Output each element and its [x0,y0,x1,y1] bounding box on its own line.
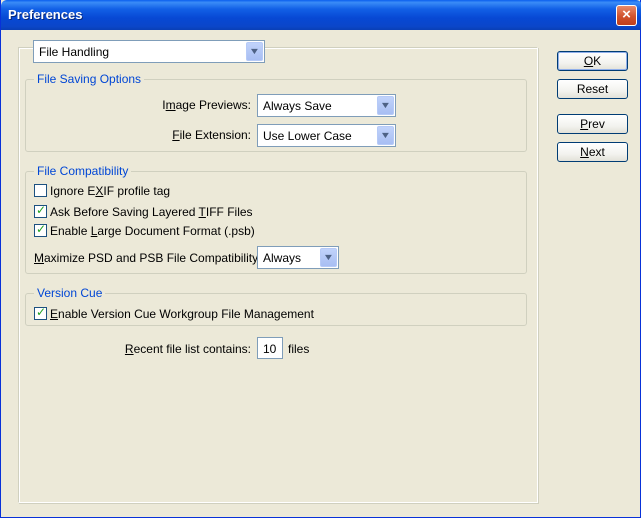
version-cue-label[interactable]: Enable Version Cue Workgroup File Manage… [50,307,314,321]
preferences-dialog: Preferences × File Handling ▼ File Savin… [0,0,641,518]
large-document-format-label[interactable]: Enable Large Document Format (.psb) [50,224,255,238]
prev-button[interactable]: Prev [557,114,628,134]
checkmark-icon: ✓ [36,203,47,217]
large-document-format-checkbox[interactable]: ✓ [34,222,47,237]
file-compat-legend: File Compatibility [37,164,129,178]
window-title: Preferences [8,7,83,22]
recent-files-suffix: files [288,342,310,356]
category-select-value: File Handling [39,45,110,59]
file-extension-label: File Extension: [172,128,251,142]
title-bar[interactable]: Preferences × [1,0,641,30]
chevron-down-icon[interactable]: ▼ [377,126,394,145]
ask-before-saving-tiff-checkbox[interactable]: ✓ [34,203,47,218]
version-cue-legend: Version Cue [37,286,103,300]
chevron-down-icon[interactable]: ▼ [377,96,394,115]
category-select[interactable]: File Handling ▼ [33,40,265,63]
ask-before-saving-tiff-label[interactable]: Ask Before Saving Layered TIFF Files [50,205,253,219]
maximize-compat-value: Always [263,251,302,265]
recent-files-value: 10 [263,342,277,356]
file-saving-legend: File Saving Options [37,72,142,86]
image-previews-value: Always Save [263,99,332,113]
file-extension-value: Use Lower Case [263,129,352,143]
close-button[interactable]: × [616,5,637,26]
reset-button[interactable]: Reset [557,79,628,99]
ignore-exif-checkbox[interactable] [34,184,47,197]
version-cue-checkbox[interactable]: ✓ [34,305,47,320]
recent-files-input[interactable]: 10 [257,337,283,359]
image-previews-select[interactable]: Always Save ▼ [257,94,396,117]
image-previews-label: Image Previews: [162,98,251,112]
chevron-down-icon[interactable]: ▼ [320,248,337,267]
next-button[interactable]: Next [557,142,628,162]
maximize-compat-label: Maximize PSD and PSB File Compatibility: [34,251,262,265]
checkmark-icon: ✓ [36,222,47,236]
recent-files-label: Recent file list contains: [124,342,251,356]
maximize-compat-select[interactable]: Always ▼ [257,246,339,269]
close-icon: × [622,6,631,23]
chevron-down-icon[interactable]: ▼ [246,42,263,61]
file-extension-select[interactable]: Use Lower Case ▼ [257,124,396,147]
ignore-exif-label[interactable]: Ignore EXIF profile tag [50,184,170,198]
checkmark-icon: ✓ [36,305,47,319]
ok-button[interactable]: OK [557,51,628,71]
